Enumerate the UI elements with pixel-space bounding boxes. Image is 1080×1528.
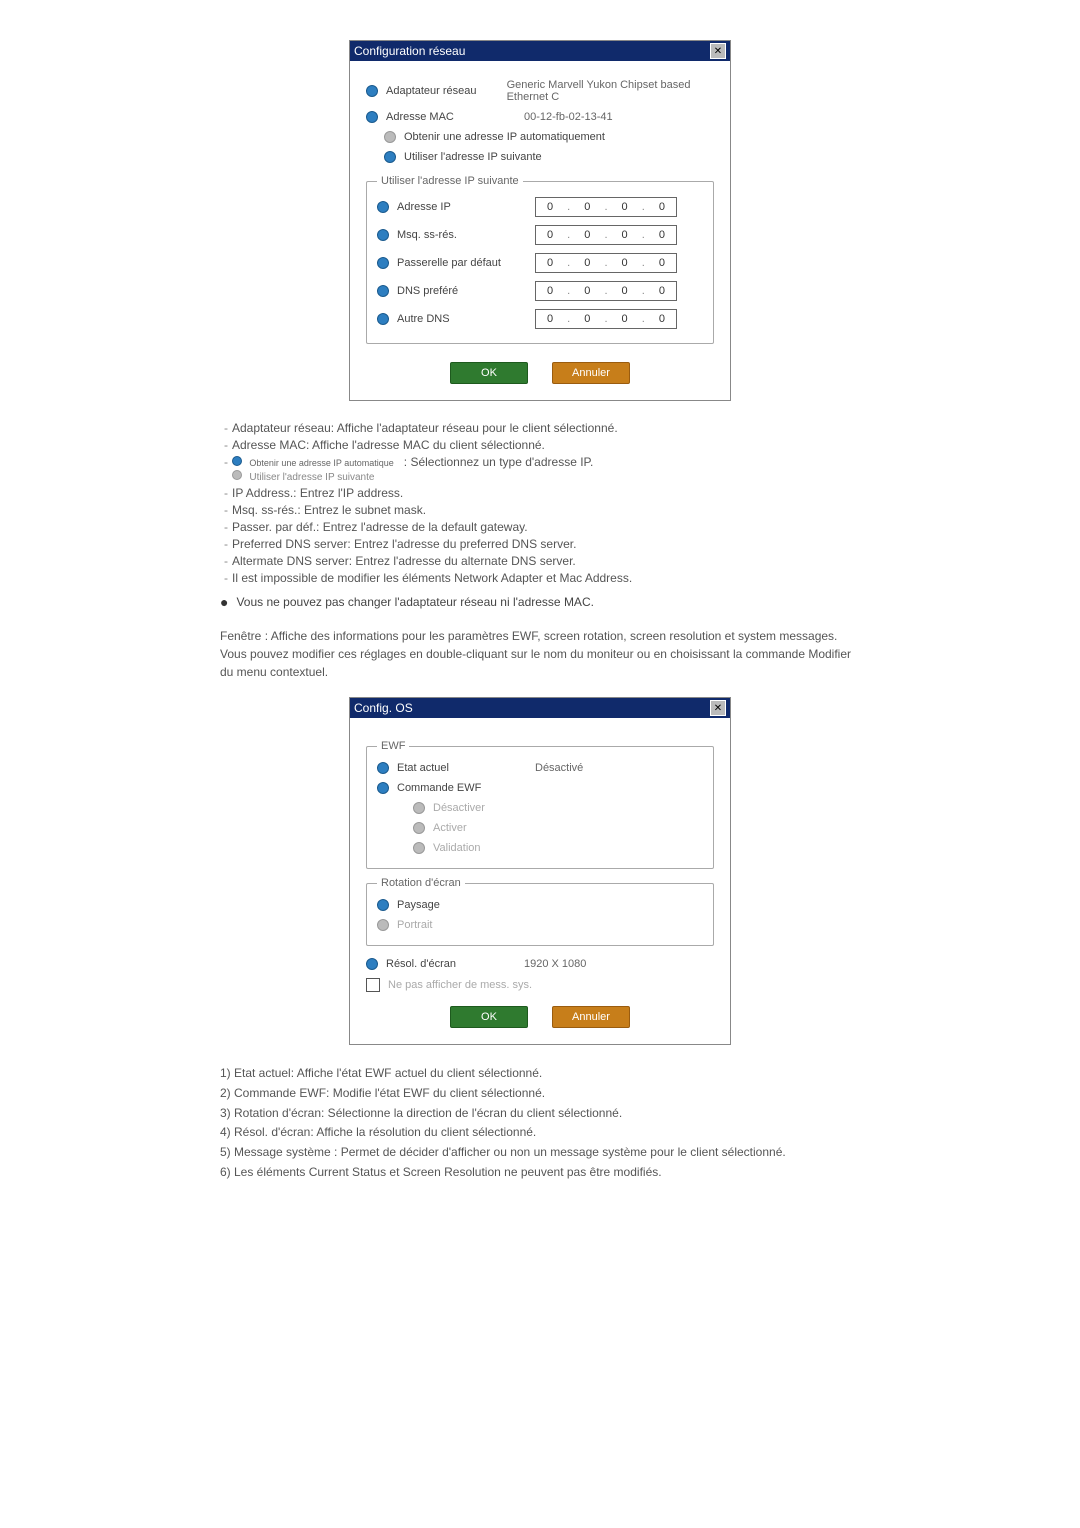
bullet-icon — [377, 782, 389, 794]
dialog-title: Configuration réseau — [354, 44, 465, 58]
bullet-icon — [377, 229, 389, 241]
bullet-icon — [377, 257, 389, 269]
current-status-label: Etat actuel — [397, 762, 527, 774]
radio-icon[interactable] — [377, 919, 389, 931]
preferred-dns-label: DNS preféré — [397, 285, 527, 297]
rotation-group: Rotation d'écran Paysage Portrait — [366, 877, 714, 946]
current-status-value: Désactivé — [535, 762, 583, 774]
no-sys-msg-option[interactable]: Ne pas afficher de mess. sys. — [388, 979, 532, 991]
alternate-dns-field[interactable]: 0. 0. 0. 0 — [535, 309, 677, 329]
note-block: ● Vous ne pouvez pas changer l'adaptateu… — [220, 595, 860, 609]
list-item: 1) Etat actuel: Affiche l'état EWF actue… — [220, 1065, 860, 1082]
desc-item: Preferred DNS server: Entrez l'adresse d… — [232, 537, 576, 551]
desc-item: Msq. ss-rés.: Entrez le subnet mask. — [232, 503, 426, 517]
portrait-option[interactable]: Portrait — [397, 919, 432, 931]
desc-item: Passer. par déf.: Entrez l'adresse de la… — [232, 520, 528, 534]
radio-icon[interactable] — [413, 842, 425, 854]
ok-button[interactable]: OK — [450, 362, 528, 384]
desc-item: Il est impossible de modifier les élémen… — [232, 571, 632, 585]
desc-item: Adresse MAC: Affiche l'adresse MAC du cl… — [232, 438, 545, 452]
landscape-option[interactable]: Paysage — [397, 899, 440, 911]
desc-item: IP Address.: Entrez l'IP address. — [232, 486, 403, 500]
radio-icon — [232, 456, 242, 466]
cancel-button[interactable]: Annuler — [552, 1006, 630, 1028]
bullet-icon — [366, 85, 378, 97]
auto-ip-option[interactable]: Obtenir une adresse IP automatiquement — [404, 131, 605, 143]
network-adapter-label: Adaptateur réseau — [386, 85, 499, 97]
radio-icon[interactable] — [413, 802, 425, 814]
bullet-icon — [377, 201, 389, 213]
desc-item: Altermate DNS server: Entrez l'adresse d… — [232, 554, 576, 568]
close-icon[interactable]: ✕ — [710, 43, 726, 59]
radio-icon[interactable] — [384, 131, 396, 143]
ewf-command-label: Commande EWF — [397, 782, 481, 794]
ewf-group: EWF Etat actuel Désactivé Commande EWF D… — [366, 740, 714, 869]
resolution-value: 1920 X 1080 — [524, 958, 586, 970]
close-icon[interactable]: ✕ — [710, 700, 726, 716]
bullet-icon — [377, 285, 389, 297]
mac-address-label: Adresse MAC — [386, 111, 516, 123]
radio-icon[interactable] — [377, 899, 389, 911]
subnet-mask-label: Msq. ss-rés. — [397, 229, 527, 241]
list-item: 4) Résol. d'écran: Affiche la résolution… — [220, 1124, 860, 1141]
fieldset-legend: Utiliser l'adresse IP suivante — [377, 175, 523, 187]
network-adapter-value: Generic Marvell Yukon Chipset based Ethe… — [507, 79, 714, 103]
desc-item: Adaptateur réseau: Affiche l'adaptateur … — [232, 421, 618, 435]
ip-address-label: Adresse IP — [397, 201, 527, 213]
radio-icon[interactable] — [413, 822, 425, 834]
gateway-label: Passerelle par défaut — [397, 257, 527, 269]
list-item: 6) Les éléments Current Status et Screen… — [220, 1164, 860, 1181]
resolution-label: Résol. d'écran — [386, 958, 516, 970]
cancel-button[interactable]: Annuler — [552, 362, 630, 384]
network-config-dialog: Configuration réseau ✕ Adaptateur réseau… — [349, 40, 731, 401]
radio-icon[interactable] — [384, 151, 396, 163]
list-item: 2) Commande EWF: Modifie l'état EWF du c… — [220, 1085, 860, 1102]
subnet-mask-field[interactable]: 0. 0. 0. 0 — [535, 225, 677, 245]
static-ip-fieldset: Utiliser l'adresse IP suivante Adresse I… — [366, 175, 714, 344]
ewf-enable-option[interactable]: Activer — [433, 822, 467, 834]
os-config-description-list: 1) Etat actuel: Affiche l'état EWF actue… — [220, 1065, 860, 1181]
dialog-title: Config. OS — [354, 701, 413, 715]
bullet-icon — [366, 958, 378, 970]
ok-button[interactable]: OK — [450, 1006, 528, 1028]
preferred-dns-field[interactable]: 0. 0. 0. 0 — [535, 281, 677, 301]
list-item: 5) Message système : Permet de décider d… — [220, 1144, 860, 1161]
bullet-icon: ● — [220, 595, 228, 609]
checkbox-icon[interactable] — [366, 978, 380, 992]
titlebar: Configuration réseau ✕ — [350, 41, 730, 61]
ewf-disable-option[interactable]: Désactiver — [433, 802, 485, 814]
note-text: Vous ne pouvez pas changer l'adaptateur … — [236, 595, 593, 609]
titlebar: Config. OS ✕ — [350, 698, 730, 718]
radio-icon — [232, 470, 242, 480]
network-description-list: Adaptateur réseau: Affiche l'adaptateur … — [220, 421, 860, 585]
static-ip-option[interactable]: Utiliser l'adresse IP suivante — [404, 151, 542, 163]
bullet-icon — [377, 762, 389, 774]
gateway-field[interactable]: 0. 0. 0. 0 — [535, 253, 677, 273]
ewf-legend: EWF — [377, 740, 409, 752]
desc-item-radios: Obtenir une adresse IP automatique : Sél… — [232, 455, 593, 483]
bullet-icon — [377, 313, 389, 325]
os-config-dialog: Config. OS ✕ EWF Etat actuel Désactivé C… — [349, 697, 731, 1045]
ip-address-field[interactable]: 0. 0. 0. 0 — [535, 197, 677, 217]
bullet-icon — [366, 111, 378, 123]
mac-address-value: 00-12-fb-02-13-41 — [524, 111, 613, 123]
list-item: 3) Rotation d'écran: Sélectionne la dire… — [220, 1105, 860, 1122]
paragraph: Fenêtre : Affiche des informations pour … — [220, 627, 860, 681]
rotation-legend: Rotation d'écran — [377, 877, 465, 889]
ewf-commit-option[interactable]: Validation — [433, 842, 481, 854]
alternate-dns-label: Autre DNS — [397, 313, 527, 325]
